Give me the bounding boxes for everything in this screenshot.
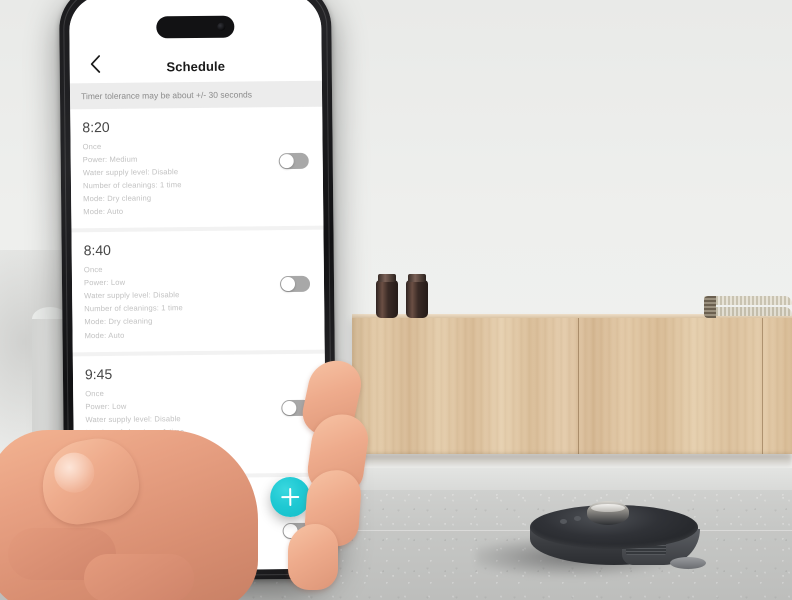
jar-lid <box>408 274 426 282</box>
hand-holding-phone <box>0 352 372 600</box>
chevron-left-icon <box>90 55 100 73</box>
app-navigation-bar: Schedule <box>68 0 322 84</box>
scene-root: Schedule Timer tolerance may be about +/… <box>0 0 792 600</box>
cabinet-seam <box>578 318 579 454</box>
dynamic-island <box>156 15 235 39</box>
schedule-detail-line: Mode: Auto <box>84 330 125 340</box>
jar-lid <box>378 274 396 282</box>
schedule-time: 8:20 <box>82 118 110 136</box>
storage-jar <box>406 274 428 318</box>
front-camera-icon <box>217 22 226 31</box>
robot-button <box>574 516 581 521</box>
towel <box>704 296 792 305</box>
timer-tolerance-banner: Timer tolerance may be about +/- 30 seco… <box>69 80 323 110</box>
folded-towels <box>704 296 792 320</box>
robot-button <box>560 519 567 524</box>
storage-jar <box>376 274 398 318</box>
robot-lidar-turret <box>587 501 629 525</box>
knuckle <box>84 554 194 600</box>
schedule-card[interactable]: 8:20 Once Power: Medium Water supply level:… <box>70 106 324 229</box>
towel <box>704 307 792 316</box>
schedule-detail-line: Mode: Auto <box>83 207 124 217</box>
schedule-enable-toggle[interactable] <box>278 152 309 170</box>
robot-vacuum <box>476 501 706 579</box>
finger <box>288 524 338 590</box>
cabinet-seam <box>762 318 763 454</box>
toggle-knob <box>280 277 296 292</box>
schedule-card[interactable]: 8:40 Once Power: Low Water supply level: Di… <box>71 229 325 352</box>
cabinet-under-shadow <box>352 454 792 468</box>
timer-tolerance-text: Timer tolerance may be about +/- 30 seco… <box>80 89 253 102</box>
wood-cabinet <box>352 318 792 454</box>
thumbnail <box>51 449 98 496</box>
robot-wheel <box>670 557 706 569</box>
schedule-time: 8:40 <box>83 242 111 259</box>
toggle-knob <box>279 153 294 169</box>
towel-fold <box>704 296 716 318</box>
wood-grain-texture <box>352 318 792 454</box>
page-title: Schedule <box>166 58 226 75</box>
back-button[interactable] <box>80 49 110 79</box>
schedule-enable-toggle[interactable] <box>279 276 311 293</box>
